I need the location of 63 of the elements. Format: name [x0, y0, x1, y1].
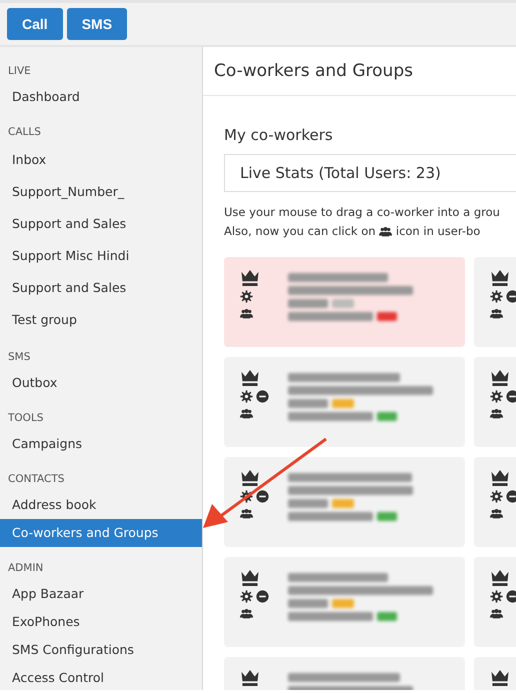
section-label: CALLS: [7, 125, 42, 140]
settings-icon[interactable]: [490, 290, 503, 303]
section-label: TOOLS: [7, 411, 44, 426]
section-label: CONTACTS: [7, 472, 66, 487]
remove-icon[interactable]: [506, 290, 516, 303]
sidebar-item[interactable]: App Bazaar: [0, 580, 202, 608]
remove-icon[interactable]: [256, 490, 269, 503]
settings-icon[interactable]: [490, 490, 503, 503]
sidebar-item[interactable]: Support and Sales: [0, 272, 202, 304]
page-title: Co-workers and Groups: [203, 47, 516, 96]
settings-icon[interactable]: [240, 490, 253, 503]
toolbar-button[interactable]: Call: [7, 8, 63, 40]
remove-icon[interactable]: [506, 590, 516, 603]
group-icon[interactable]: [490, 307, 503, 320]
settings-icon[interactable]: [240, 590, 253, 603]
crown-icon: [490, 269, 510, 286]
toolbar-button[interactable]: SMS: [66, 8, 128, 40]
sidebar-item[interactable]: SMS Configurations: [0, 636, 202, 664]
stats-bar[interactable]: Live Stats (Total Users: 23): [224, 154, 516, 192]
crown-icon: [240, 369, 260, 386]
remove-icon[interactable]: [506, 490, 516, 503]
group-icon[interactable]: [490, 507, 503, 520]
crown-icon: [240, 569, 260, 586]
sidebar-item[interactable]: Access Control: [0, 664, 202, 692]
group-icon[interactable]: [379, 225, 392, 238]
crown-icon: [490, 369, 510, 386]
section-heading: My co-workers: [224, 126, 334, 144]
remove-icon[interactable]: [256, 390, 269, 403]
group-icon[interactable]: [490, 407, 503, 420]
settings-icon[interactable]: [490, 390, 503, 403]
sidebar-item[interactable]: Support Misc Hindi: [0, 240, 202, 272]
section-label: SMS: [7, 350, 32, 365]
crown-icon: [240, 669, 260, 686]
settings-icon[interactable]: [240, 390, 253, 403]
crown-icon: [240, 469, 260, 486]
settings-icon[interactable]: [240, 290, 253, 303]
remove-icon[interactable]: [506, 390, 516, 403]
sidebar-item[interactable]: Co-workers and Groups: [0, 519, 202, 547]
group-icon[interactable]: [240, 407, 253, 420]
section-label: ADMIN: [7, 561, 44, 576]
remove-icon[interactable]: [256, 590, 269, 603]
sidebar-item[interactable]: Inbox: [0, 144, 202, 176]
hint-text: icon in user-bo: [396, 224, 480, 238]
hint-text: Use your mouse to drag a co-worker into a grou: [224, 205, 500, 219]
hint-text: Also, now you can click on: [224, 224, 376, 238]
sidebar-item[interactable]: Support and Sales: [0, 208, 202, 240]
group-icon[interactable]: [240, 607, 253, 620]
crown-icon: [490, 469, 510, 486]
sidebar-item[interactable]: ExoPhones: [0, 608, 202, 636]
crown-icon: [240, 269, 260, 286]
sidebar-item[interactable]: Test group: [0, 304, 202, 336]
group-icon[interactable]: [490, 607, 503, 620]
group-icon[interactable]: [240, 507, 253, 520]
crown-icon: [490, 669, 510, 686]
sidebar-item[interactable]: Campaigns: [0, 430, 202, 458]
section-label: LIVE: [7, 64, 32, 79]
sidebar-item[interactable]: Support_Number_: [0, 176, 202, 208]
sidebar-item[interactable]: Dashboard: [0, 83, 202, 111]
sidebar-item[interactable]: Outbox: [0, 369, 202, 397]
sidebar-item[interactable]: Address book: [0, 491, 202, 519]
crown-icon: [490, 569, 510, 586]
settings-icon[interactable]: [490, 590, 503, 603]
group-icon[interactable]: [240, 307, 253, 320]
